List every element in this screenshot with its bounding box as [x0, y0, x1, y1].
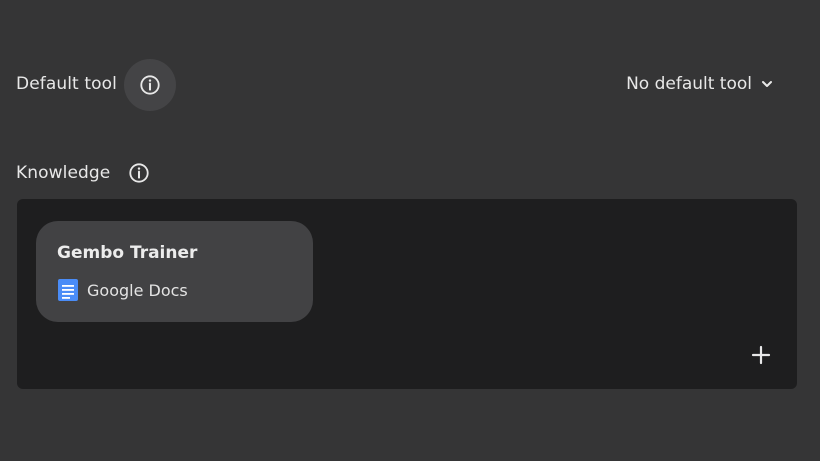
default-tool-dropdown[interactable]: No default tool [626, 74, 774, 94]
plus-icon [751, 345, 771, 365]
info-icon [140, 75, 160, 95]
knowledge-label: Knowledge [16, 163, 111, 183]
knowledge-item-title: Gembo Trainer [57, 243, 198, 263]
default-tool-label: Default tool [16, 74, 117, 94]
knowledge-panel: Gembo Trainer Google Docs [17, 199, 797, 389]
google-docs-icon [58, 279, 78, 301]
default-tool-row: Default tool No default tool [16, 58, 804, 112]
settings-page: { "default_tool": { "label": "Default to… [0, 0, 820, 461]
chevron-down-icon [762, 81, 772, 87]
knowledge-item-source-label: Google Docs [87, 280, 188, 300]
knowledge-header: Knowledge [16, 158, 154, 188]
info-icon [129, 163, 149, 183]
default-tool-selected: No default tool [626, 74, 752, 94]
knowledge-item-card[interactable]: Gembo Trainer Google Docs [36, 221, 313, 322]
knowledge-item-source: Google Docs [58, 279, 188, 301]
add-knowledge-button[interactable] [749, 343, 773, 367]
knowledge-info-button[interactable] [124, 158, 154, 188]
default-tool-info-button[interactable] [124, 59, 176, 111]
